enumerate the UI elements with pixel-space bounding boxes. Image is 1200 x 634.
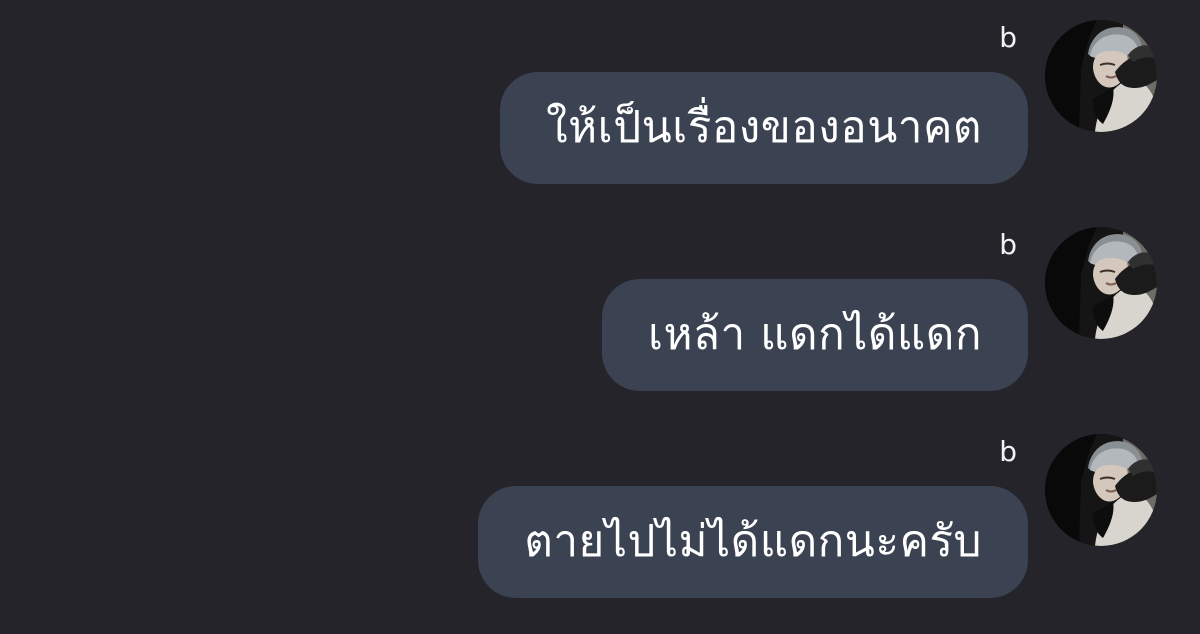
message-bubble[interactable]: ให้เป็นเรื่องของอนาคต — [500, 72, 1028, 184]
message-text: เหล้า แดกได้แดก — [647, 309, 982, 360]
message-bubble[interactable]: ตายไปไม่ได้แดกนะครับ — [478, 486, 1028, 598]
sender-name: b — [999, 228, 1017, 261]
user-avatar-icon[interactable] — [1045, 20, 1157, 132]
message-bubble[interactable]: เหล้า แดกได้แดก — [601, 279, 1028, 391]
message-text: ให้เป็นเรื่องของอนาคต — [546, 102, 982, 153]
message-text: ตายไปไม่ได้แดกนะครับ — [524, 516, 982, 567]
chat-conversation: b ให้เป็นเรื่องของอนาคต b เหล้า แดกได้แด… — [0, 0, 1200, 634]
message-row: b ให้เป็นเรื่องของอนาคต — [0, 0, 1200, 190]
message-row: b ตายไปไม่ได้แดกนะครับ — [0, 414, 1200, 604]
sender-name: b — [999, 21, 1017, 54]
sender-name: b — [999, 435, 1017, 468]
message-row: b เหล้า แดกได้แดก — [0, 207, 1200, 397]
user-avatar-icon[interactable] — [1045, 227, 1157, 339]
user-avatar-icon[interactable] — [1045, 434, 1157, 546]
